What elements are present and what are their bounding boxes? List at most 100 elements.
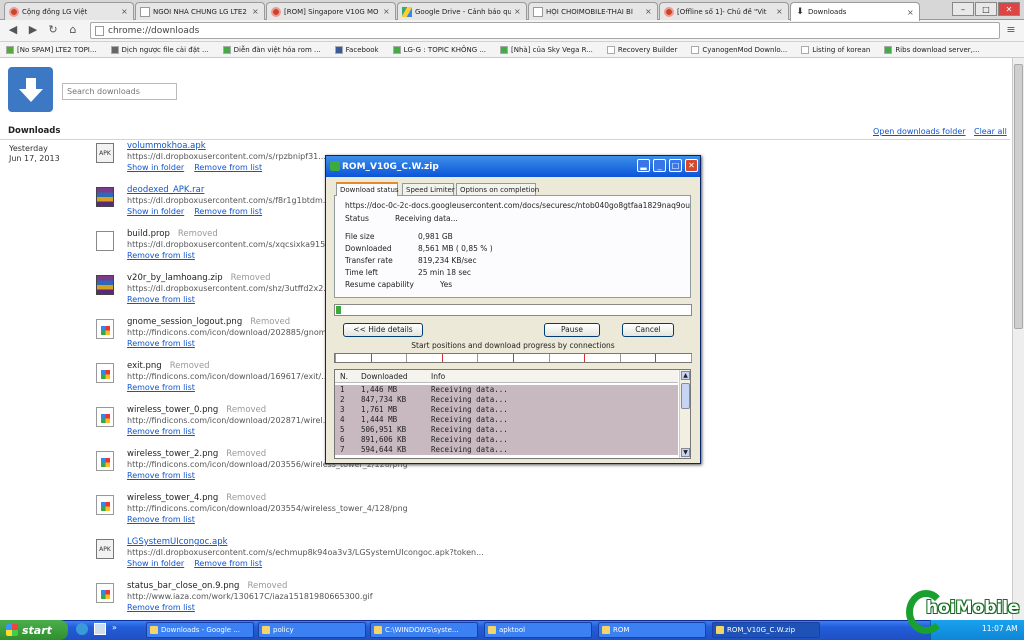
connection-row[interactable]: 2 847,734 KB Receiving data... <box>335 395 678 405</box>
connection-row[interactable]: 4 1,444 MB Receiving data... <box>335 415 678 425</box>
dialog-maximize-button[interactable]: □ <box>669 159 682 172</box>
address-text: chrome://downloads <box>108 25 200 36</box>
connection-row[interactable]: 7 594,644 KB Receiving data... <box>335 445 678 455</box>
cancel-button[interactable]: Cancel <box>622 323 674 337</box>
column-header[interactable]: Downloaded <box>361 372 408 381</box>
open-downloads-folder-link[interactable]: Open downloads folder <box>873 127 966 136</box>
reload-icon[interactable]: ↻ <box>46 23 60 37</box>
bookmark-item[interactable]: Ribs download server,... <box>884 45 980 54</box>
taskbar-item[interactable]: ROM_V10G_C.W.zip <box>712 622 820 638</box>
show-in-folder-link[interactable]: Show in folder <box>127 559 184 568</box>
download-url[interactable]: http://findicons.com/icon/download/20288… <box>127 328 334 337</box>
removed-badge: Removed <box>250 317 291 327</box>
search-downloads-input[interactable] <box>62 83 177 100</box>
download-url[interactable]: http://www.iaza.com/work/130617C/iaza151… <box>127 592 373 601</box>
remove-from-list-link[interactable]: Remove from list <box>127 515 195 524</box>
taskbar-item[interactable]: apktool <box>484 622 592 638</box>
download-url[interactable]: https://dl.dropboxusercontent.com/s/f8r1… <box>127 196 330 205</box>
pause-button[interactable]: Pause <box>544 323 600 337</box>
tab-close-icon[interactable]: × <box>252 7 260 16</box>
bookmark-item[interactable]: Facebook <box>334 45 379 54</box>
download-item: wireless_tower_4.png Removed http://findic… <box>96 493 696 537</box>
bookmark-item[interactable]: Dịch ngược file cài đặt ... <box>110 45 209 54</box>
dialog-tab-1[interactable]: Download status <box>336 182 399 196</box>
start-button[interactable]: start <box>0 620 68 640</box>
bookmark-label: [Nhà] của Sky Vega R... <box>511 45 593 54</box>
bookmark-item[interactable]: Listing of korean <box>801 45 871 54</box>
connection-row[interactable]: 6 891,606 KB Receiving data... <box>335 435 678 445</box>
download-url[interactable]: http://findicons.com/icon/download/20355… <box>127 504 408 513</box>
remove-from-list-link[interactable]: Remove from list <box>194 163 262 172</box>
dialog-tray-button[interactable]: ▂ <box>637 159 650 172</box>
tab-7[interactable]: ⬇ Downloads × <box>790 2 920 21</box>
dialog-minimize-button[interactable]: _ <box>653 159 666 172</box>
page-scrollbar-thumb[interactable] <box>1014 64 1023 329</box>
download-url[interactable]: https://dl.dropboxusercontent.com/s/rpzb… <box>127 152 326 161</box>
taskbar-item[interactable]: ROM <box>598 622 706 638</box>
bookmark-item[interactable]: LG-G : TOPIC KHÔNG ... <box>392 45 486 54</box>
remove-from-list-link[interactable]: Remove from list <box>194 207 262 216</box>
column-header[interactable]: N. <box>340 372 348 381</box>
minimize-button[interactable]: – <box>952 2 974 16</box>
bookmark-item[interactable]: Recovery Builder <box>606 45 677 54</box>
tab-5[interactable]: HỘI CHOIMOBILE-THÁI BÌ × <box>528 2 658 20</box>
close-window-button[interactable]: ✕ <box>998 2 1020 16</box>
maximize-button[interactable]: □ <box>975 2 997 16</box>
tab-close-icon[interactable]: × <box>383 7 391 16</box>
tab-close-icon[interactable]: × <box>121 7 129 16</box>
tab-close-icon[interactable]: × <box>645 7 653 16</box>
clear-all-link[interactable]: Clear all <box>974 127 1007 136</box>
connections-list: N. Downloaded Info 1 1,446 MB Receiving data… <box>334 369 691 459</box>
remove-from-list-link[interactable]: Remove from list <box>127 427 195 436</box>
bookmark-item[interactable]: [No SPAM] LTE2 TOPI... <box>6 45 97 54</box>
download-url[interactable]: http://findicons.com/icon/download/20287… <box>127 416 330 425</box>
back-icon[interactable]: ◀ <box>6 23 20 37</box>
tab-4[interactable]: Google Drive - Cảnh báo qu × <box>397 2 527 20</box>
connections-list-scrollbar[interactable]: ▲ ▼ <box>679 370 690 458</box>
taskbar-item[interactable]: Downloads - Google ... <box>146 622 254 638</box>
tab-1[interactable]: Cộng đồng LG Việt × <box>4 2 134 20</box>
tab-2[interactable]: NGÔI NHÀ CHUNG LG LTE2 × <box>135 2 265 20</box>
download-url[interactable]: http://findicons.com/icon/download/16961… <box>127 372 329 381</box>
taskbar-item[interactable]: policy <box>258 622 366 638</box>
address-bar[interactable]: chrome://downloads <box>90 22 1000 39</box>
hide-details-button[interactable]: << Hide details <box>343 323 423 337</box>
lg-icon <box>271 6 281 17</box>
remove-from-list-link[interactable]: Remove from list <box>194 559 262 568</box>
tab-3[interactable]: [ROM] Singapore V10G MO × <box>266 2 396 20</box>
bookmark-item[interactable]: Diễn đàn việt hóa rom ... <box>222 45 321 54</box>
show-desktop-icon[interactable] <box>94 623 106 635</box>
remove-from-list-link[interactable]: Remove from list <box>127 603 195 612</box>
tab-close-icon[interactable]: × <box>776 7 784 16</box>
download-url[interactable]: https://dl.dropboxusercontent.com/s/xqcs… <box>127 240 333 249</box>
tab-close-icon[interactable]: × <box>514 7 522 16</box>
ie-icon[interactable] <box>76 623 88 635</box>
quick-launch-arrow-icon[interactable]: » <box>112 623 117 632</box>
show-in-folder-link[interactable]: Show in folder <box>127 163 184 172</box>
bookmark-label: Listing of korean <box>812 45 871 54</box>
connection-row[interactable]: 5 506,951 KB Receiving data... <box>335 425 678 435</box>
download-url[interactable]: https://dl.dropboxusercontent.com/shz/3u… <box>127 284 331 293</box>
forward-icon[interactable]: ▶ <box>26 23 40 37</box>
connection-row[interactable]: 1 1,446 MB Receiving data... <box>335 385 678 395</box>
remove-from-list-link[interactable]: Remove from list <box>127 251 195 260</box>
remove-from-list-link[interactable]: Remove from list <box>127 295 195 304</box>
bookmark-item[interactable]: CyanogenMod Downlo... <box>691 45 787 54</box>
download-url[interactable]: https://dl.dropboxusercontent.com/s/echm… <box>127 548 484 557</box>
download-filename[interactable]: deodexed_APK.rar <box>127 185 204 195</box>
remove-from-list-link[interactable]: Remove from list <box>127 383 195 392</box>
taskbar-item[interactable]: C:\WINDOWS\syste... <box>370 622 478 638</box>
column-header[interactable]: Info <box>431 372 445 381</box>
download-filename[interactable]: LGSystemUIcongoc.apk <box>127 537 228 547</box>
home-icon[interactable]: ⌂ <box>66 23 80 37</box>
remove-from-list-link[interactable]: Remove from list <box>127 339 195 348</box>
download-filename[interactable]: volummokhoa.apk <box>127 141 206 151</box>
tab-close-icon[interactable]: × <box>907 8 915 17</box>
connection-row[interactable]: 3 1,761 MB Receiving data... <box>335 405 678 415</box>
show-in-folder-link[interactable]: Show in folder <box>127 207 184 216</box>
wrench-menu-icon[interactable]: ≡ <box>1004 23 1018 37</box>
dialog-close-button[interactable]: ✕ <box>685 159 698 172</box>
remove-from-list-link[interactable]: Remove from list <box>127 471 195 480</box>
bookmark-item[interactable]: [Nhà] của Sky Vega R... <box>500 45 593 54</box>
tab-6[interactable]: [Offline số 1]- Chủ đề "Vit × <box>659 2 789 20</box>
